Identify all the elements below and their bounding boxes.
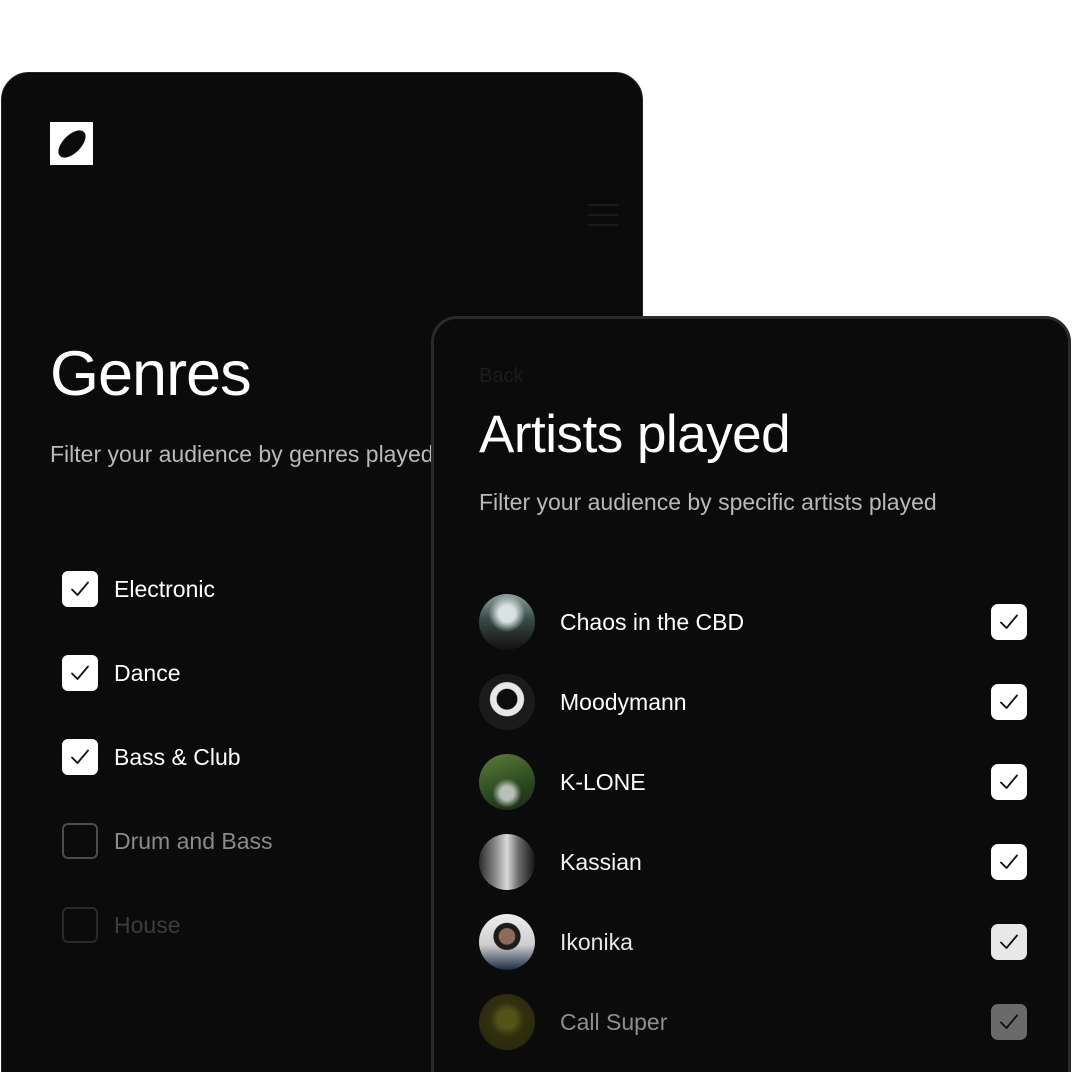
artist-checkbox[interactable] <box>991 844 1027 880</box>
checkmark-icon <box>1000 1014 1018 1029</box>
artist-name: K-LONE <box>560 768 646 795</box>
checkmark-icon <box>71 749 89 764</box>
checkmark-icon <box>1000 854 1018 869</box>
artist-name: Kassian <box>560 848 642 875</box>
artist-checkbox[interactable] <box>991 764 1027 800</box>
duo-photo-avatar <box>479 594 535 650</box>
genre-item[interactable]: Bass & Club <box>62 739 241 775</box>
artists-subtitle: Filter your audience by specific artists… <box>479 489 937 515</box>
genre-checkbox[interactable] <box>62 907 98 943</box>
artists-panel: Back Artists played Filter your audience… <box>431 316 1071 1072</box>
artists-title: Artists played <box>479 405 791 464</box>
artist-row[interactable]: Kassian <box>479 833 1027 891</box>
artist-checkbox[interactable] <box>991 924 1027 960</box>
artist-row[interactable]: Chaos in the CBD <box>479 593 1027 651</box>
genre-item[interactable]: Drum and Bass <box>62 823 273 859</box>
genre-checkbox[interactable] <box>62 739 98 775</box>
artist-checkbox[interactable] <box>991 1004 1027 1040</box>
genre-label: Dance <box>114 659 181 686</box>
artist-checkbox[interactable] <box>991 604 1027 640</box>
stage: Genres Filter your audience by genres pl… <box>0 0 1072 1072</box>
checkmark-icon <box>1000 934 1018 949</box>
checkmark-icon <box>1000 694 1018 709</box>
genre-label: Bass & Club <box>114 743 241 770</box>
checkmark-icon <box>71 581 89 596</box>
genre-checkbox[interactable] <box>62 571 98 607</box>
artist-name: Moodymann <box>560 688 687 715</box>
genre-item[interactable]: House <box>62 907 180 943</box>
artist-row[interactable]: Ikonika <box>479 913 1027 971</box>
artist-checkbox[interactable] <box>991 684 1027 720</box>
checkmark-icon <box>71 665 89 680</box>
genre-label: Electronic <box>114 575 215 602</box>
genre-label: House <box>114 911 181 938</box>
hamburger-menu-icon[interactable] <box>588 204 618 226</box>
checkmark-icon <box>1000 614 1018 629</box>
genre-label: Drum and Bass <box>114 827 273 854</box>
portrait-avatar <box>479 914 535 970</box>
artist-name: Call Super <box>560 1008 668 1035</box>
sunglasses-portrait-avatar <box>479 674 535 730</box>
yellow-portrait-avatar <box>479 994 535 1050</box>
artist-row[interactable]: Moodymann <box>479 673 1027 731</box>
genre-item[interactable]: Electronic <box>62 571 215 607</box>
genres-subtitle: Filter your audience by genres played <box>50 441 434 467</box>
genre-checkbox[interactable] <box>62 823 98 859</box>
back-link[interactable]: Back <box>479 366 523 386</box>
genre-item[interactable]: Dance <box>62 655 180 691</box>
leaf-logo-icon[interactable] <box>50 122 93 165</box>
artist-row[interactable]: K-LONE <box>479 753 1027 811</box>
genres-title: Genres <box>50 339 252 409</box>
artist-row[interactable]: Call Super <box>479 993 1027 1051</box>
checkmark-icon <box>1000 774 1018 789</box>
artist-name: Chaos in the CBD <box>560 608 745 635</box>
genre-checkbox[interactable] <box>62 655 98 691</box>
artist-name: Ikonika <box>560 928 633 955</box>
forest-portrait-avatar <box>479 754 535 810</box>
duo-bw-avatar <box>479 834 535 890</box>
